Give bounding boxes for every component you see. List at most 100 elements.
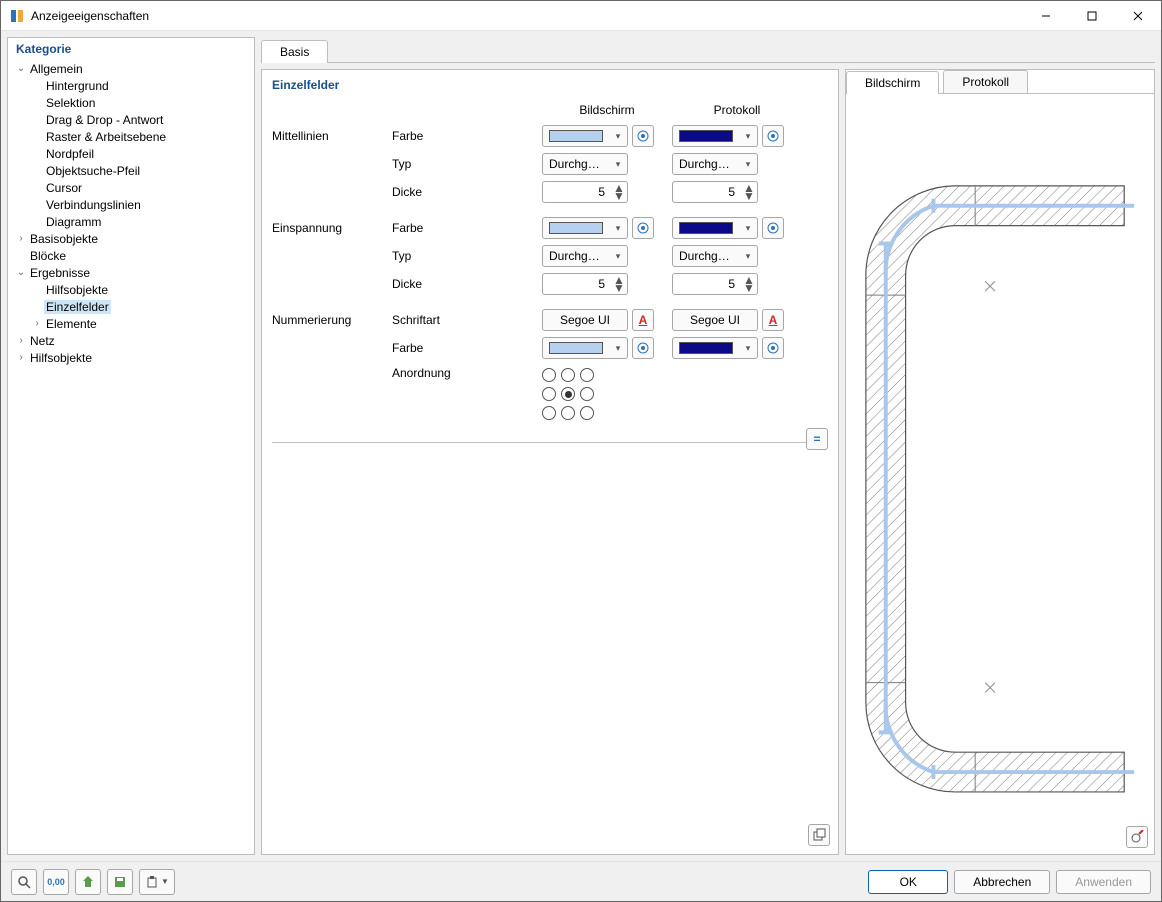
tree-twisty-icon[interactable]: › [14, 335, 28, 346]
copy-settings-button[interactable] [808, 824, 830, 846]
category-sidebar: Kategorie ⌄AllgemeinHintergrundSelektion… [7, 37, 255, 855]
tree-item-label: Drag & Drop - Antwort [44, 113, 165, 127]
mittellinien-proto-color-picker[interactable]: ▾ [672, 125, 758, 147]
einspannung-proto-type-select[interactable]: Durchgezo...▾ [672, 245, 758, 267]
toolbar-decimals-button[interactable]: 0,00 [43, 869, 69, 895]
tree-item[interactable]: Objektsuche-Pfeil [8, 162, 254, 179]
mittellinien-proto-type-select[interactable]: Durchgezo...▾ [672, 153, 758, 175]
tree-twisty-icon[interactable]: › [14, 233, 28, 244]
minimize-button[interactable] [1023, 1, 1069, 31]
mittellinien-screen-thickness-spinner[interactable]: 5▲▼ [542, 181, 628, 203]
nummerierung-screen-color-eyedropper[interactable] [632, 337, 654, 359]
mittellinien-typ-label: Typ [392, 157, 542, 171]
einspannung-typ-label: Typ [392, 249, 542, 263]
einspannung-screen-color-eyedropper[interactable] [632, 217, 654, 239]
sidebar-title: Kategorie [8, 38, 254, 60]
tree-item[interactable]: ›Netz [8, 332, 254, 349]
tree-item-label: Ergebnisse [28, 266, 92, 280]
titlebar: Anzeigeeigenschaften [1, 1, 1161, 31]
tree-item[interactable]: Einzelfelder [8, 298, 254, 315]
nummerierung-screen-color-picker[interactable]: ▾ [542, 337, 628, 359]
tree-twisty-icon[interactable]: › [30, 318, 44, 329]
preview-tab-proto[interactable]: Protokoll [943, 70, 1028, 93]
mittellinien-farbe-label: Farbe [392, 129, 542, 143]
tree-item[interactable]: Diagramm [8, 213, 254, 230]
nummerierung-proto-color-eyedropper[interactable] [762, 337, 784, 359]
tree-item[interactable]: ›Elemente [8, 315, 254, 332]
tree-item-label: Nordpfeil [44, 147, 96, 161]
nummerierung-proto-font-button[interactable]: Segoe UI [672, 309, 758, 331]
mittellinien-screen-color-eyedropper[interactable] [632, 125, 654, 147]
preview-tab-screen[interactable]: Bildschirm [846, 71, 939, 94]
tree-item[interactable]: Selektion [8, 94, 254, 111]
tree-twisty-icon[interactable]: › [14, 352, 28, 363]
mittellinien-proto-thickness-spinner[interactable]: 5▲▼ [672, 181, 758, 203]
anordnung-radio[interactable] [580, 406, 594, 420]
tab-basis[interactable]: Basis [261, 40, 328, 63]
tree-item-label: Hintergrund [44, 79, 111, 93]
mittellinien-proto-color-eyedropper[interactable] [762, 125, 784, 147]
einspannung-proto-thickness-spinner[interactable]: 5▲▼ [672, 273, 758, 295]
maximize-button[interactable] [1069, 1, 1115, 31]
tree-item-label: Objektsuche-Pfeil [44, 164, 142, 178]
einspannung-proto-color-picker[interactable]: ▾ [672, 217, 758, 239]
nummerierung-proto-font-dialog[interactable]: A [762, 309, 784, 331]
tree-item-label: Basisobjekte [28, 232, 100, 246]
close-button[interactable] [1115, 1, 1161, 31]
tree-twisty-icon[interactable]: ⌄ [14, 63, 28, 74]
tree-item[interactable]: ⌄Allgemein [8, 60, 254, 77]
group-einspannung-label: Einspannung [272, 221, 392, 235]
mittellinien-screen-color-picker[interactable]: ▾ [542, 125, 628, 147]
tree-item-label: Elemente [44, 317, 99, 331]
tree-item[interactable]: Blöcke [8, 247, 254, 264]
anordnung-radio[interactable] [580, 387, 594, 401]
anordnung-radio[interactable] [542, 387, 556, 401]
form-content: Bildschirm Protokoll Mittellinien Farbe … [262, 98, 838, 443]
anordnung-radio[interactable] [561, 406, 575, 420]
anordnung-radio[interactable] [542, 368, 556, 382]
mittellinien-dicke-label: Dicke [392, 185, 542, 199]
toolbar-paste-menu[interactable]: ▼ [139, 869, 175, 895]
mittellinien-screen-type-select[interactable]: Durchgezo...▾ [542, 153, 628, 175]
category-tree[interactable]: ⌄AllgemeinHintergrundSelektionDrag & Dro… [8, 60, 254, 854]
tree-item[interactable]: Raster & Arbeitsebene [8, 128, 254, 145]
nummerierung-proto-color-picker[interactable]: ▾ [672, 337, 758, 359]
anordnung-radio[interactable] [580, 368, 594, 382]
toolbar-save-button[interactable] [107, 869, 133, 895]
tree-item[interactable]: Verbindungslinien [8, 196, 254, 213]
form-pane: Einzelfelder Bildschirm Protokoll Mittel… [261, 69, 839, 855]
tree-item-label: Einzelfelder [44, 300, 111, 314]
tree-item[interactable]: Cursor [8, 179, 254, 196]
einspannung-screen-color-picker[interactable]: ▾ [542, 217, 628, 239]
tree-item-label: Verbindungslinien [44, 198, 143, 212]
tree-item[interactable]: Hilfsobjekte [8, 281, 254, 298]
tree-item[interactable]: ⌄Ergebnisse [8, 264, 254, 281]
anordnung-radio[interactable] [542, 406, 556, 420]
apply-button[interactable]: Anwenden [1056, 870, 1151, 894]
tree-item-label: Cursor [44, 181, 84, 195]
equalize-columns-button[interactable]: = [806, 428, 828, 450]
cancel-button[interactable]: Abbrechen [954, 870, 1050, 894]
reset-preview-button[interactable] [1126, 826, 1148, 848]
ok-button[interactable]: OK [868, 870, 948, 894]
tree-item[interactable]: Nordpfeil [8, 145, 254, 162]
tree-item[interactable]: ›Basisobjekte [8, 230, 254, 247]
dialog-window: Anzeigeeigenschaften Kategorie ⌄Allgemei… [0, 0, 1162, 902]
einspannung-proto-color-eyedropper[interactable] [762, 217, 784, 239]
toolbar-import-button[interactable] [75, 869, 101, 895]
tree-item[interactable]: Hintergrund [8, 77, 254, 94]
nummerierung-screen-font-button[interactable]: Segoe UI [542, 309, 628, 331]
toolbar-search-button[interactable] [11, 869, 37, 895]
tree-item-label: Allgemein [28, 62, 85, 76]
anordnung-radio[interactable] [561, 368, 575, 382]
tree-item[interactable]: ›Hilfsobjekte [8, 349, 254, 366]
tree-item-label: Hilfsobjekte [44, 283, 110, 297]
tree-item[interactable]: Drag & Drop - Antwort [8, 111, 254, 128]
einspannung-screen-thickness-spinner[interactable]: 5▲▼ [542, 273, 628, 295]
einspannung-screen-type-select[interactable]: Durchgezo...▾ [542, 245, 628, 267]
tree-item-label: Diagramm [44, 215, 103, 229]
nummerierung-screen-font-dialog[interactable]: A [632, 309, 654, 331]
anordnung-radio[interactable] [561, 387, 575, 401]
tree-twisty-icon[interactable]: ⌄ [14, 267, 28, 278]
anordnung-radio-grid[interactable] [542, 368, 598, 424]
